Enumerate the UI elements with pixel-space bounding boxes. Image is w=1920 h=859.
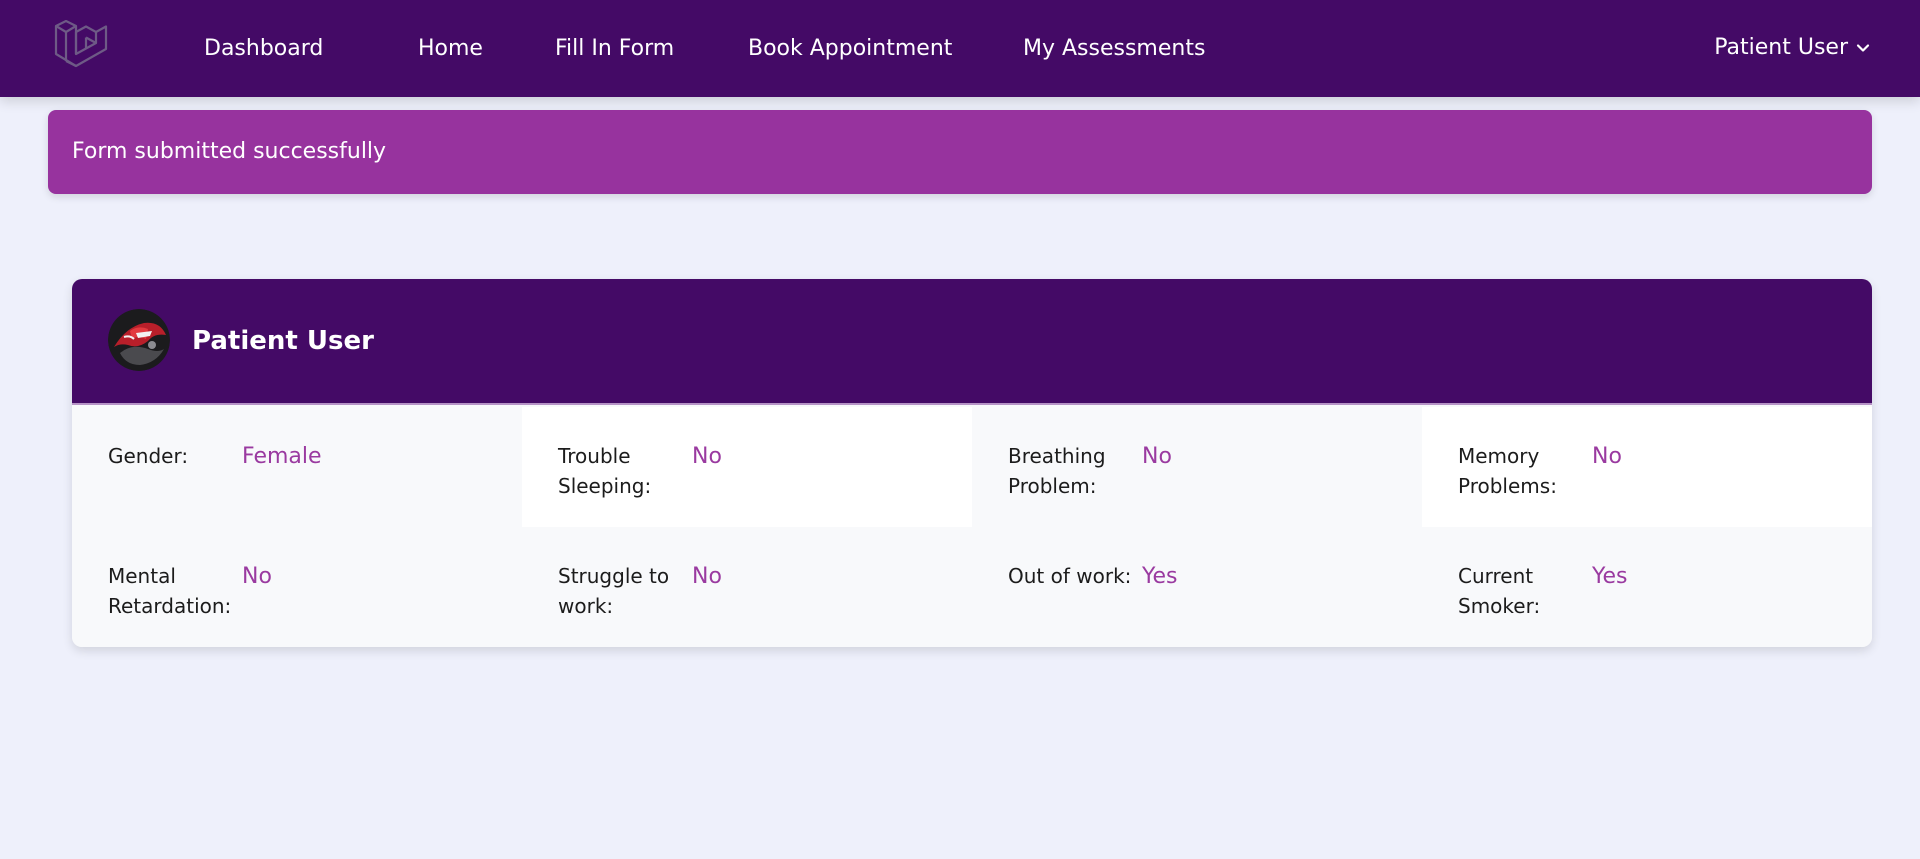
card-header: Patient User [72, 279, 1872, 405]
top-navbar: Dashboard Home Fill In Form Book Appoint… [0, 0, 1920, 97]
field-value: No [692, 564, 722, 589]
nav-link-book-appointment[interactable]: Book Appointment [748, 36, 952, 62]
nav-link-home[interactable]: Home [418, 36, 483, 62]
field-label: Trouble Sleeping: [558, 444, 652, 498]
field-breathing-problem: Breathing Problem: No [972, 407, 1422, 527]
nav-link-dashboard[interactable]: Dashboard [204, 36, 323, 62]
field-label: Gender: [108, 444, 189, 468]
profile-name: Patient User [192, 326, 374, 356]
field-value: No [692, 444, 722, 469]
field-mental-retardation: Mental Retardation: No [72, 527, 522, 647]
chevron-down-icon [1856, 44, 1870, 52]
nav-link-fill-in-form[interactable]: Fill In Form [555, 36, 674, 62]
field-value: No [242, 564, 272, 589]
avatar [108, 309, 170, 371]
alert-message: Form submitted successfully [72, 139, 387, 164]
field-value: Female [242, 444, 322, 469]
field-value: No [1592, 444, 1622, 469]
field-value: No [1142, 444, 1172, 469]
field-label: Out of work: [1008, 564, 1132, 588]
field-out-of-work: Out of work: Yes [972, 527, 1422, 647]
field-gender: Gender: Female [72, 407, 522, 527]
field-label: Mental Retardation: [108, 564, 232, 618]
field-value: Yes [1592, 564, 1628, 589]
field-label: Struggle to work: [558, 564, 670, 618]
field-struggle-to-work: Struggle to work: No [522, 527, 972, 647]
field-trouble-sleeping: Trouble Sleeping: No [522, 407, 972, 527]
field-label: Memory Problems: [1458, 444, 1557, 498]
user-menu-label: Patient User [1714, 35, 1848, 60]
user-menu-dropdown[interactable]: Patient User [1714, 35, 1870, 61]
field-value: Yes [1142, 564, 1178, 589]
nav-link-my-assessments[interactable]: My Assessments [1023, 36, 1205, 62]
field-memory-problems: Memory Problems: No [1422, 407, 1872, 527]
field-label: Breathing Problem: [1008, 444, 1106, 498]
avatar-image [108, 309, 170, 371]
success-alert: Form submitted successfully [48, 110, 1872, 194]
laravel-logo-icon[interactable] [52, 20, 108, 76]
field-label: Current Smoker: [1458, 564, 1541, 618]
field-current-smoker: Current Smoker: Yes [1422, 527, 1872, 647]
patient-profile-card: Patient User Gender: Female Trouble Slee… [72, 279, 1872, 647]
